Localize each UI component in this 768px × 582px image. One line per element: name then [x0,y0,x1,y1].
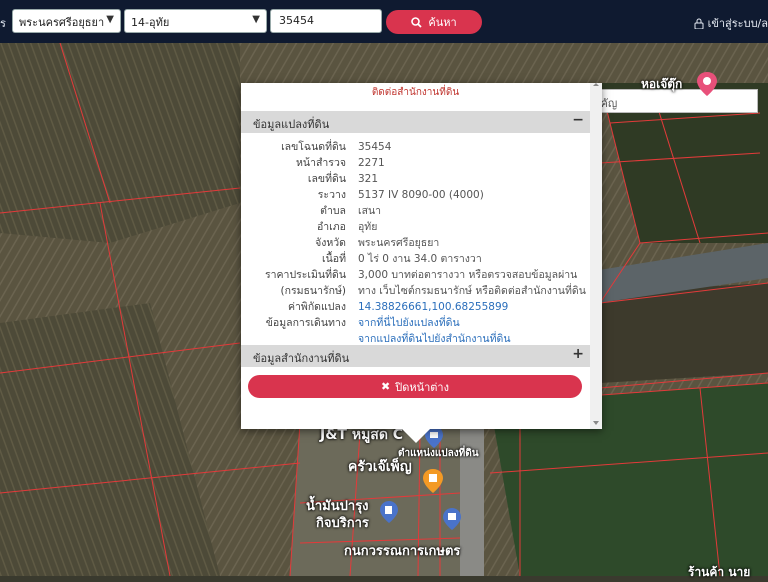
map-label-shop: ร้านค้า นาย [688,565,751,579]
popup-scrollbar[interactable] [590,83,602,429]
section-title: ข้อมูลสำนักงานที่ดิน [253,352,350,365]
section-header-land-office[interactable]: ข้อมูลสำนักงานที่ดิน + [241,345,590,367]
collapse-icon[interactable]: − [572,112,584,128]
row-key: ข้อมูลการเดินทาง [265,317,346,329]
map-label-kanokwan: กนกวรรณการเกษตร [344,544,461,559]
row-key: เนื้อที่ [322,253,346,265]
table-row: ตำบล เสนา [241,203,590,219]
table-row: เนื้อที่ 0 ไร่ 0 งาน 34.0 ตารางวา [241,251,590,267]
row-value[interactable]: ทาง เว็บไซต์กรมธนารักษ์ หรือติดต่อสำนักง… [358,283,590,299]
expand-icon[interactable]: + [572,346,584,362]
section-header-parcel-info[interactable]: ข้อมูลแปลงที่ดิน − [241,111,590,133]
table-row: เลขที่ดิน 321 [241,171,590,187]
coordinates-link[interactable]: 14.38826661,100.68255899 [358,299,590,315]
row-value: 0 ไร่ 0 งาน 34.0 ตารางวา [358,253,482,265]
table-row: ข้อมูลการเดินทาง จากที่นี่ไปยังแปลงที่ดิน [241,315,590,331]
row-key: ระวาง [317,189,346,201]
row-key: ค่าพิกัดแปลง [287,301,346,313]
chevron-down-icon: ▼ [106,14,114,25]
table-row: ระวาง 5137 IV 8090-00 (4000) [241,187,590,203]
row-key: เลขที่ดิน [307,173,346,185]
parcel-info-popup: ติดต่อสำนักงานที่ดิน ข้อมูลแปลงที่ดิน − … [241,83,602,429]
close-window-button[interactable]: ✖ ปิดหน้าต่าง [248,375,582,398]
top-search-bar: ร พระนครศรีอยุธยา ▼ 14-อุทัย ▼ 35454 ค้น… [0,0,768,43]
search-label: ค้นหา [428,16,457,29]
row-value: 2271 [358,157,385,169]
row-key: (กรมธนารักษ์) [280,285,346,297]
row-value: 35454 [358,141,392,153]
close-label: ปิดหน้าต่าง [395,380,449,394]
table-row: ค่าพิกัดแปลง 14.38826661,100.68255899 [241,299,590,315]
row-value: พระนครศรีอยุธยา [358,237,440,249]
section-title: ข้อมูลแปลงที่ดิน [253,118,330,131]
map-label-oil-2: กิจบริการ [316,516,369,531]
district-select[interactable]: 14-อุทัย ▼ [124,9,267,33]
search-button[interactable]: ค้นหา [386,10,482,34]
row-value: เสนา [358,205,382,217]
deed-number-input[interactable]: 35454 [270,9,382,33]
contact-land-office-link[interactable]: ติดต่อสำนักงานที่ดิน [241,85,590,100]
table-row: จังหวัด พระนครศรีอยุธยา [241,235,590,251]
table-row: หน้าสำรวจ 2271 [241,155,590,171]
row-key: เลขโฉนดที่ดิน [281,141,346,153]
row-value: อุทัย [358,221,378,233]
map-label-krua-jae-pen: ครัวเจ๊เพ็ญ [348,459,412,475]
row-value: 3,000 บาทต่อตารางวา หรือตรวจสอบข้อมูลผ่า… [358,269,578,281]
province-value: พระนครศรีอยุธยา [19,16,105,29]
table-row: (กรมธนารักษ์) ทาง เว็บไซต์กรมธนารักษ์ หรื… [241,283,590,299]
chevron-down-icon: ▼ [252,14,260,25]
row-key: จังหวัด [315,237,346,249]
row-key: ตำบล [320,205,346,217]
table-row: อำเภอ อุทัย [241,219,590,235]
row-key: ราคาประเมินที่ดิน [264,269,346,281]
province-select[interactable]: พระนครศรีอยุธยา ▼ [12,9,121,33]
search-icon [411,16,422,28]
directions-to-parcel-link[interactable]: จากที่นี่ไปยังแปลงที่ดิน [358,315,590,331]
login-label: เข้าสู่ระบบ/ล [707,17,768,30]
row-value: 321 [358,173,379,185]
popup-pointer [402,429,430,443]
login-link[interactable]: เข้าสู่ระบบ/ล [694,14,768,32]
row-key: หน้าสำรวจ [296,157,346,169]
map-label-hor-jae-tuk: หอเจ๊ตุ๊ก [641,77,683,91]
parcel-info-table: เลขโฉนดที่ดิน 35454 หน้าสำรวจ 2271 เลขที่ด… [241,139,590,347]
district-value: 14-อุทัย [131,16,170,29]
table-row: เลขโฉนดที่ดิน 35454 [241,139,590,155]
lock-icon [694,18,704,29]
row-value: 5137 IV 8090-00 (4000) [358,189,484,201]
map-view[interactable]: ค้นหาสถานที่สำคัญ หอเจ๊ตุ๊ก J&T หมูสด C … [0,43,768,579]
row-key: อำเภอ [316,221,346,233]
close-icon: ✖ [381,380,391,393]
table-row: ราคาประเมินที่ดิน 3,000 บาทต่อตารางวา หรื… [241,267,590,283]
province-label-fragment: ร [0,17,6,30]
